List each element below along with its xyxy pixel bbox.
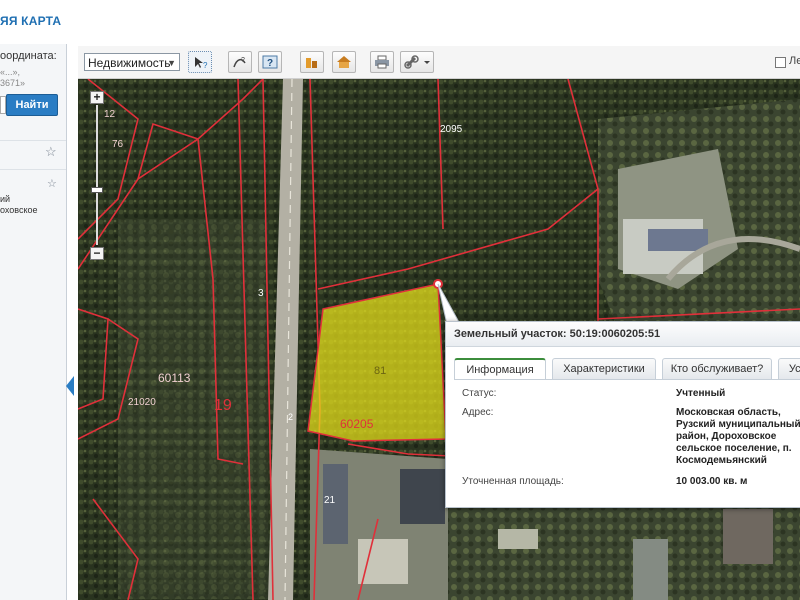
popup-title: Земельный участок: 50:19:0060205:51 <box>454 328 661 340</box>
popup-tabs: Информация Характеристики Кто обслуживае… <box>454 358 800 379</box>
tab-characteristics[interactable]: Характеристики <box>552 358 656 379</box>
parcel-label: 60113 <box>158 371 191 385</box>
coord-hint-2: 3671» <box>0 78 26 88</box>
zoom-rail[interactable] <box>96 105 98 245</box>
coord-hint-1: «...», <box>0 67 21 77</box>
zoom-slider-handle[interactable] <box>91 187 103 193</box>
parcel-label: 2 <box>288 412 294 422</box>
pointer-question-icon: ? <box>195 57 208 69</box>
ruler-icon: ? <box>233 57 246 68</box>
parcel-label: 2095 <box>440 124 463 135</box>
tab-conditions[interactable]: Усл <box>778 358 800 379</box>
info-pane: Статус: Учтенный Адрес: Московская облас… <box>454 379 800 500</box>
address-line-2: Рузский муниципальный <box>676 419 800 430</box>
svg-text:?: ? <box>203 61 208 69</box>
address-line-3: район, Дороховское <box>676 431 777 442</box>
panel-collapse-handle[interactable] <box>66 376 74 396</box>
identify-tool-button[interactable]: ? <box>188 51 212 73</box>
result-address-line-2: оховское <box>0 205 38 215</box>
result-address-line-1: ий <box>0 194 11 204</box>
address-line-1: Московская область, <box>676 407 781 418</box>
area-key: Уточненная площадь: <box>462 476 564 487</box>
parcel-label: 12 <box>104 109 116 120</box>
selected-parcel[interactable] <box>307 283 447 442</box>
star-icon[interactable]: ☆ <box>47 177 57 190</box>
tab-service[interactable]: Кто обслуживает? <box>662 358 772 379</box>
measure-tool-button[interactable]: ? <box>228 51 252 73</box>
svg-text:?: ? <box>267 58 273 69</box>
address-line-4: сельское поселение, п. <box>676 443 792 454</box>
link-icon <box>404 55 430 69</box>
zoom-out-button[interactable]: − <box>90 247 104 260</box>
link-button[interactable] <box>400 51 434 73</box>
help-icon: ? <box>262 55 278 69</box>
parcel-label: 81 <box>374 365 387 377</box>
chart-tool-button[interactable] <box>300 51 324 73</box>
parcel-info-popup: Земельный участок: 50:19:0060205:51 Инфо… <box>445 321 800 508</box>
app-title[interactable]: ЯЯ КАРТА <box>0 14 61 28</box>
zoom-in-button[interactable]: + <box>90 91 104 104</box>
building-icon <box>306 58 317 68</box>
layer-select[interactable]: Недвижимость ▼ <box>84 53 180 71</box>
chevron-down-icon: ▼ <box>167 58 176 68</box>
layer-select-value: Недвижимость <box>88 56 171 70</box>
print-button[interactable] <box>370 51 394 73</box>
area-value: 10 003.00 кв. м <box>676 476 748 487</box>
help-tool-button[interactable]: ? <box>258 51 282 73</box>
find-button[interactable]: Найти <box>6 94 58 116</box>
address-line-5: Космодемьянский <box>676 455 767 466</box>
layer-checkbox-label: Ле <box>789 55 800 67</box>
parcel-tool-button[interactable] <box>332 51 356 73</box>
divider <box>0 140 66 141</box>
printer-icon <box>375 55 389 69</box>
map-toolbar: Недвижимость ▼ ? ? ? Ле <box>78 46 800 79</box>
tab-information[interactable]: Информация <box>454 358 546 379</box>
svg-text:?: ? <box>241 57 245 64</box>
address-key: Адрес: <box>462 407 494 418</box>
house-icon <box>337 56 351 68</box>
status-key: Статус: <box>462 388 497 399</box>
parcel-label: 19 <box>214 397 232 414</box>
zoom-control: + − <box>90 91 104 261</box>
divider <box>0 169 66 170</box>
parcel-label: 21020 <box>128 397 156 408</box>
search-panel: оордината: «...», 3671» Найти ☆ ☆ ий охо… <box>0 44 67 600</box>
parcel-label: 76 <box>112 139 124 150</box>
status-value: Учтенный <box>676 388 726 399</box>
coord-label: оордината: <box>0 50 57 62</box>
popup-header: Земельный участок: 50:19:0060205:51 <box>446 322 800 347</box>
star-icon[interactable]: ☆ <box>45 144 57 160</box>
layer-checkbox[interactable] <box>775 57 786 68</box>
parcel-label: 60205 <box>340 417 374 431</box>
result-address[interactable]: ий оховское <box>0 194 38 216</box>
parcel-label: 3 <box>258 288 264 299</box>
parcel-label: 21 <box>324 495 336 506</box>
